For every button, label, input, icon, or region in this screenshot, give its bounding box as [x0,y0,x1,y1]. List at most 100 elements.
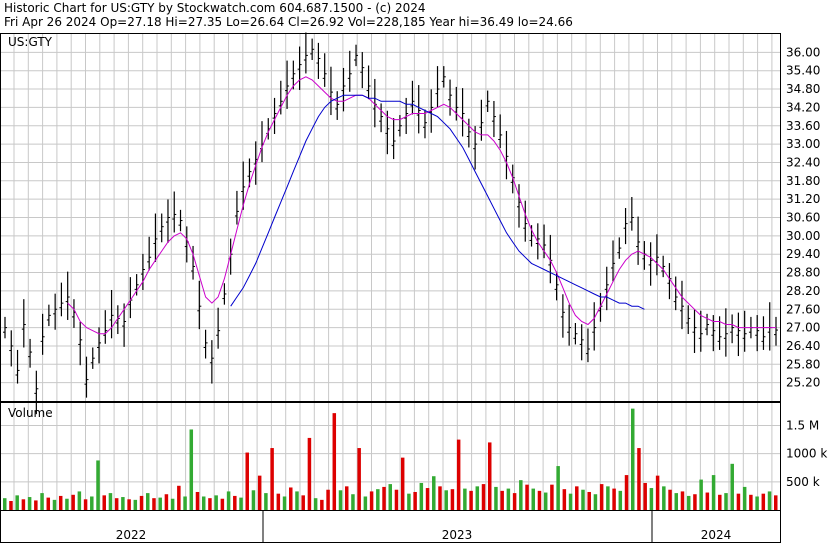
volume-bar [630,408,635,510]
price-tick-label: 25.20 [786,376,820,390]
volume-bar [282,496,287,510]
volume-bar [419,482,424,510]
ticker-label: US:GTY [8,35,53,49]
volume-bar [320,499,324,510]
volume-bar [494,486,498,510]
volume-bar [425,488,430,510]
volume-bar [52,499,57,510]
volume-bar [40,493,44,510]
volume-bar [537,490,542,510]
price-tick-label: 35.40 [786,64,820,78]
price-tick-label: 26.40 [786,339,820,353]
volume-bar [77,491,82,510]
volume-bar [338,490,343,510]
price-tick-label: 27.00 [786,321,820,335]
volume-bar [264,493,268,510]
volume-bar [164,494,169,510]
price-tick-label: 31.80 [786,174,820,188]
volume-bar [730,463,734,510]
price-tick-label: 36.00 [786,45,820,59]
volume-bar [668,489,672,510]
year-label: 2022 [116,528,147,542]
volume-bar [755,496,759,510]
volume-bar [58,495,63,510]
price-bars [3,32,778,415]
price-axis-labels: 36.00 35.40 34.80 34.20 33.60 33.00 32.40 31.80… [786,45,820,389]
price-tick-label: 33.60 [786,119,820,133]
volume-bar [774,495,778,510]
volume-bar [27,497,32,510]
volume-bar [618,490,623,510]
volume-bar [307,437,312,510]
volume-bar [662,486,666,510]
volume-bar [158,497,162,510]
volume-bar [46,497,51,510]
volume-bar [711,475,716,510]
price-tick-label: 27.60 [786,302,820,316]
volume-bar [369,491,374,510]
volume-bar [108,493,113,510]
volume-bar [177,485,181,510]
volume-bar [643,482,647,510]
volume-bar [593,494,598,510]
volume-bar [624,475,629,510]
price-tick-label: 29.40 [786,247,820,261]
volume-tick-label: 500 k [786,475,820,489]
volume-bar [96,460,100,510]
volume-bar [699,479,703,510]
volume-bar [9,500,13,510]
volume-bar [133,499,138,510]
volume-bar [649,488,654,510]
volume-bar [376,489,380,510]
volume-bar [214,495,218,510]
volume-bar [705,492,710,510]
volume-bar [587,491,591,510]
volume-bar [382,486,386,510]
price-tick-label: 34.20 [786,100,820,114]
volume-bar [201,496,206,510]
volume-bar [3,498,7,510]
volume-bar [289,487,293,510]
volume-bar [724,493,728,510]
volume-bar [407,493,411,510]
volume-bar [21,499,26,510]
price-tick-label: 32.40 [786,155,820,169]
volume-bar [637,448,641,510]
stock-chart-svg: 36.00 35.40 34.80 34.20 33.60 33.00 32.40 31.80… [0,32,827,543]
volume-axis-labels: 1.5 M 1000 k 500 k [786,419,827,489]
volume-bar [736,493,741,510]
volume-bar [139,495,144,510]
volume-bar [332,413,337,510]
volume-bar [195,491,200,510]
volume-bar [680,491,685,510]
volume-bar [438,486,442,510]
volume-bar [363,496,368,510]
volume-bar [525,484,529,510]
price-tick-label: 31.20 [786,192,820,206]
price-tick-label: 34.80 [786,82,820,96]
year-label: 2024 [701,528,732,542]
price-tick-label: 30.60 [786,211,820,225]
price-tick-label: 33.00 [786,137,820,151]
volume-bar [183,496,187,510]
volume-bar [500,490,504,510]
volume-bar [83,499,88,510]
volume-bar [226,491,231,510]
price-tick-label: 28.20 [786,284,820,298]
volume-bar [152,498,156,510]
volume-bar [655,475,660,510]
date-axis-labels: 2022 2023 2024 [116,511,732,543]
volume-bar [245,452,249,510]
volume-bar [463,488,467,510]
volume-bar [388,484,392,510]
volume-bar [394,489,399,510]
volume-bar [506,488,511,510]
volume-bar [444,490,448,510]
volume-bar [550,484,554,510]
volume-bars [3,408,778,510]
volume-bar [413,491,417,510]
volume-bar [693,494,697,510]
chart-stage: Historic Chart for US:GTY by Stockwatch.… [0,0,830,543]
volume-bar [599,484,604,510]
volume-bar [581,489,585,510]
